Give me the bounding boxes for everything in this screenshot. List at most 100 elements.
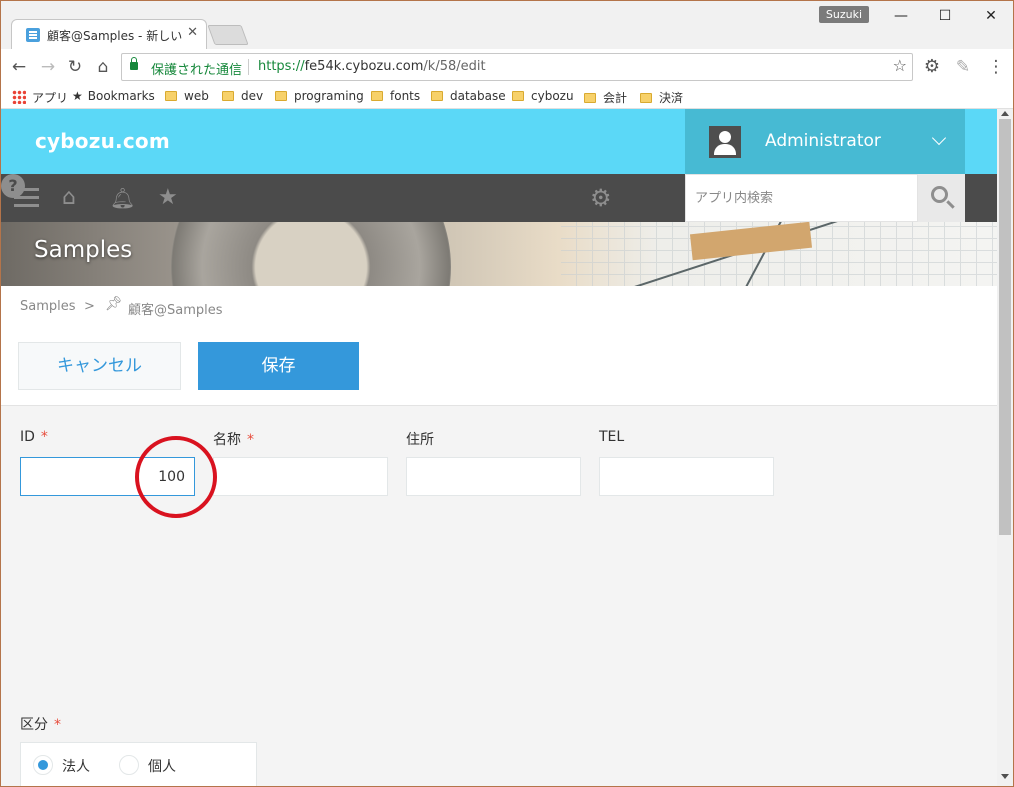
radio-hojin[interactable] (33, 755, 53, 775)
chevron-down-icon (931, 130, 947, 146)
bookmark-star-icon[interactable]: ☆ (893, 56, 907, 75)
folder-icon (222, 91, 234, 101)
breadcrumb-app-link[interactable]: 顧客@Samples (128, 299, 223, 318)
name-input[interactable] (214, 458, 387, 495)
avatar (709, 126, 741, 158)
security-label: 保護された通信 (151, 63, 243, 78)
bookmark-label: アプリ (32, 91, 69, 105)
browser-window: 顧客@Samples - 新しいレ ✕ Suzuki — ☐ ✕ ← → ↻ ⌂… (0, 0, 1014, 787)
field-label-id: ID * (20, 429, 48, 445)
lock-icon (130, 57, 138, 70)
bookmark-bookmarks[interactable]: ★ Bookmarks (72, 89, 155, 103)
tel-field (599, 457, 774, 496)
field-label-text: 住所 (406, 432, 434, 448)
bookmark-folder-dev[interactable]: dev (222, 89, 263, 103)
url-text[interactable]: https://fe54k.cybozu.com/k/58/edit (258, 59, 486, 74)
breadcrumb-space-link[interactable]: Samples (20, 299, 76, 314)
app-search-input[interactable] (686, 175, 917, 221)
bookmark-folder-database[interactable]: database (431, 89, 506, 103)
bookmark-label: web (184, 89, 209, 103)
scroll-down-arrow-icon[interactable] (1001, 774, 1009, 779)
field-label-tel: TEL (599, 429, 624, 445)
space-title: Samples (34, 237, 133, 263)
app-search-box (685, 174, 918, 222)
header-bar: cybozu.com Administrator (1, 109, 997, 174)
menu-dots-icon[interactable]: ⋮ (986, 57, 1006, 77)
back-arrow-icon[interactable]: ← (9, 57, 29, 77)
forward-arrow-icon[interactable]: → (38, 57, 58, 77)
extension-icon[interactable]: ✎ (953, 57, 973, 77)
banner-gear-image (171, 222, 451, 286)
url-path: /k/58/edit (423, 59, 486, 74)
hamburger-menu-icon[interactable] (14, 186, 39, 210)
bookmark-folder-web[interactable]: web (165, 89, 209, 103)
scroll-up-arrow-icon[interactable] (1001, 111, 1009, 116)
required-mark: * (54, 717, 61, 733)
name-field (213, 457, 388, 496)
settings-gear-icon[interactable]: ⚙ (590, 186, 614, 210)
bookmark-folder-fonts[interactable]: fonts (371, 89, 420, 103)
apps-grid-icon (12, 90, 26, 104)
profile-badge[interactable]: Suzuki (819, 6, 869, 23)
tel-input[interactable] (600, 458, 773, 495)
address-bar[interactable]: 保護された通信 https://fe54k.cybozu.com/k/58/ed… (121, 53, 913, 81)
url-host: fe54k.cybozu.com (304, 59, 424, 74)
search-button[interactable] (918, 174, 965, 222)
browser-tab[interactable]: 顧客@Samples - 新しいレ ✕ (11, 19, 207, 49)
notification-bell-icon[interactable]: 🔔︎ (110, 186, 135, 210)
bookmark-label: database (450, 89, 506, 103)
folder-icon (431, 91, 443, 101)
field-label-kubun: 区分 * (20, 714, 61, 734)
address-input[interactable] (407, 458, 580, 495)
page-content: cybozu.com Administrator ⌂ 🔔︎ ★ ⚙ ? アプリ内… (1, 109, 997, 786)
vertical-scrollbar[interactable] (997, 109, 1013, 786)
cybozu-logo[interactable]: cybozu.com (35, 129, 170, 153)
bookmark-folder-kessai[interactable]: 決済 (640, 89, 683, 106)
breadcrumb: Samples > 📌︎ 顧客@Samples (1, 286, 997, 330)
search-icon (931, 186, 948, 203)
kubun-radio-group: 法人 個人 (20, 742, 257, 786)
scrollbar-thumb[interactable] (999, 119, 1011, 535)
bookmark-label: 会計 (603, 91, 628, 105)
cancel-button[interactable]: キャンセル (18, 342, 181, 390)
bookmark-apps[interactable]: アプリ (12, 89, 68, 106)
bookmark-folder-programing[interactable]: programing (275, 89, 364, 103)
kintone-app-icon (26, 28, 40, 42)
radio-label-hojin[interactable]: 法人 (62, 756, 90, 776)
maximize-button[interactable]: ☐ (925, 4, 965, 28)
pin-icon: 📌︎ (105, 296, 123, 312)
bookmark-folder-cybozu[interactable]: cybozu (512, 89, 574, 103)
field-label-text: ID (20, 429, 35, 445)
tab-close-icon[interactable]: ✕ (187, 25, 198, 40)
app-banner: Samples (1, 222, 997, 286)
folder-icon (584, 93, 596, 103)
required-mark: * (247, 432, 254, 448)
bookmark-label: fonts (390, 89, 421, 103)
radio-label-kojin[interactable]: 個人 (148, 756, 176, 776)
bookmarks-bar: アプリ ★ Bookmarks web dev programing fonts … (1, 85, 1013, 109)
bookmark-folder-kaikei[interactable]: 会計 (584, 89, 627, 106)
favorites-star-icon[interactable]: ★ (158, 186, 182, 210)
user-name: Administrator (765, 131, 881, 151)
save-button[interactable]: 保存 (198, 342, 359, 390)
home-icon[interactable]: ⌂ (93, 57, 113, 77)
bookmark-label: dev (241, 89, 264, 103)
minimize-button[interactable]: — (881, 4, 921, 28)
folder-icon (512, 91, 524, 101)
user-menu[interactable]: Administrator (685, 109, 965, 174)
new-tab-button[interactable] (207, 25, 249, 45)
browser-toolbar: ← → ↻ ⌂ 保護された通信 https://fe54k.cybozu.com… (1, 49, 1013, 85)
breadcrumb-separator: > (84, 299, 95, 314)
field-label-text: 区分 (20, 717, 48, 733)
portal-home-icon[interactable]: ⌂ (62, 186, 86, 210)
radio-kojin[interactable] (119, 755, 139, 775)
field-label-name: 名称 * (213, 429, 254, 449)
close-window-button[interactable]: ✕ (971, 4, 1011, 28)
record-action-bar: キャンセル 保存 (1, 330, 997, 406)
folder-icon (640, 93, 652, 103)
reload-icon[interactable]: ↻ (65, 57, 85, 77)
bookmark-label: Bookmarks (87, 89, 155, 103)
bookmark-label: programing (294, 89, 364, 103)
extension-gear-icon[interactable]: ⚙ (922, 57, 942, 77)
url-protocol: https:// (258, 59, 305, 74)
